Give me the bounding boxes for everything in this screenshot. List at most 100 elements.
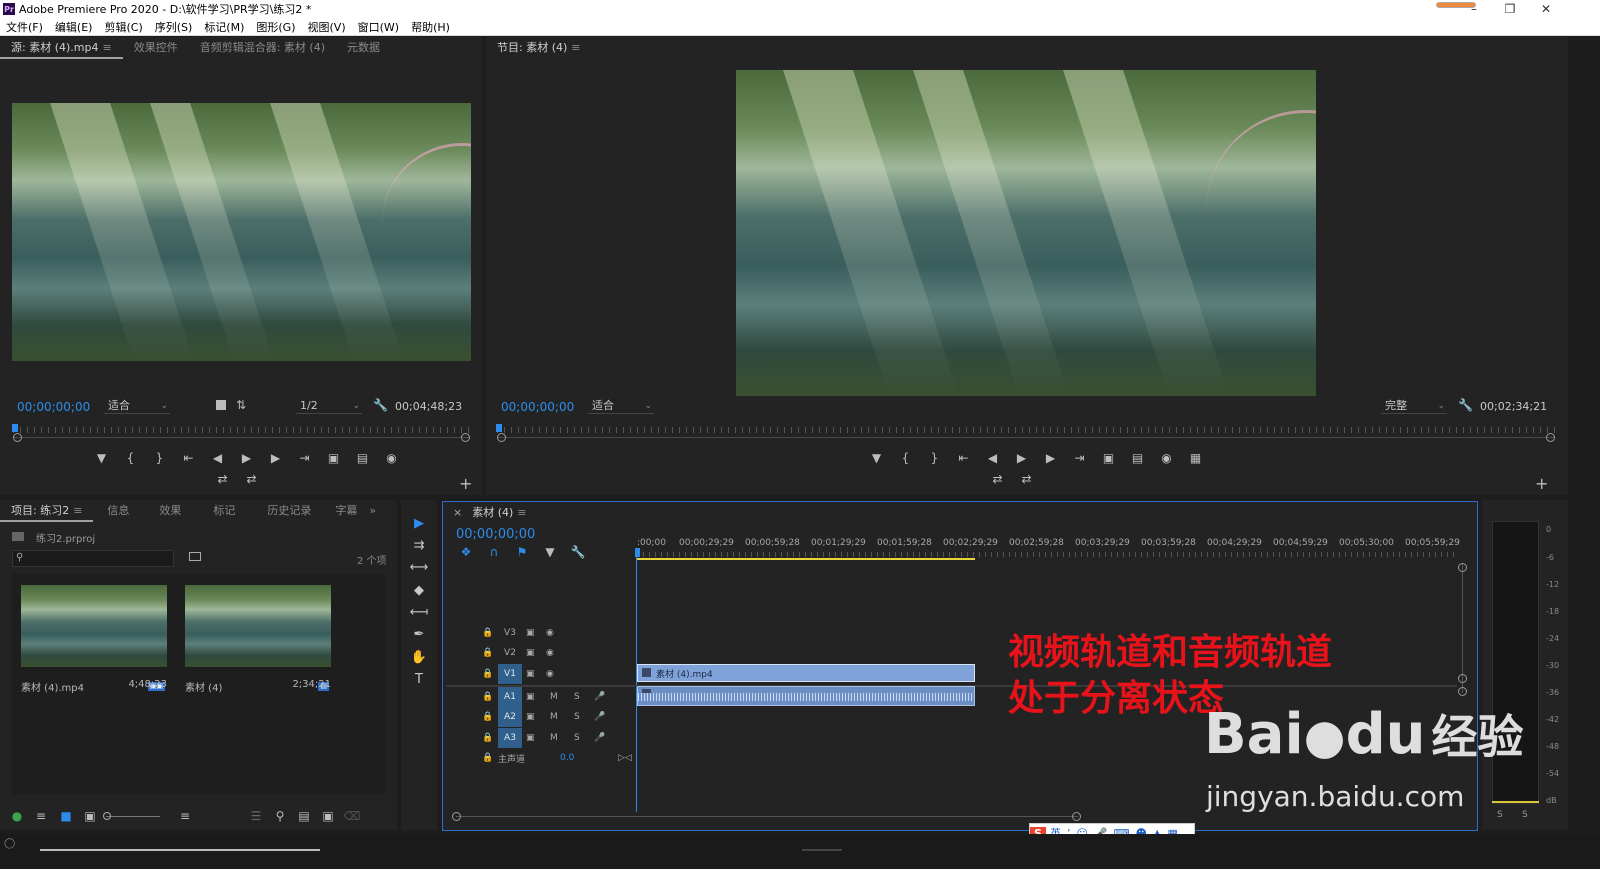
- source-fit-dropdown[interactable]: 适合 ⌄: [104, 398, 170, 414]
- track-lock-icon[interactable]: 🔒: [482, 648, 493, 658]
- step-back-icon[interactable]: ◀: [978, 451, 1007, 465]
- clear-icon[interactable]: ⌫: [340, 809, 364, 823]
- source-playhead-timecode[interactable]: 00;00;00;00: [17, 400, 90, 414]
- track-header-v3[interactable]: 🔒 V3 ▣ ◉: [446, 623, 636, 643]
- mute-button[interactable]: M: [550, 712, 558, 722]
- track-lock-icon[interactable]: 🔒: [482, 692, 493, 702]
- menu-graphics[interactable]: 图形(G): [250, 19, 301, 35]
- tab-markers[interactable]: 标记: [197, 500, 251, 522]
- microphone-icon[interactable]: 🎤: [594, 712, 605, 722]
- play-icon[interactable]: ▶: [1007, 451, 1036, 465]
- extract-icon[interactable]: ▤: [1123, 451, 1152, 465]
- track-lock-icon[interactable]: 🔒: [482, 733, 493, 743]
- step-back-icon[interactable]: ◀: [203, 451, 232, 465]
- work-area-bar[interactable]: [637, 558, 975, 560]
- sync-lock-icon[interactable]: ▣: [526, 712, 535, 722]
- sync-lock-icon[interactable]: ▣: [526, 628, 535, 638]
- track-header-v2[interactable]: 🔒 V2 ▣ ◉: [446, 643, 636, 663]
- audio-clip[interactable]: [637, 686, 975, 706]
- scrollbar-handle[interactable]: [1458, 687, 1467, 696]
- panel-menu-icon[interactable]: ≡: [571, 41, 580, 54]
- status-handle[interactable]: [802, 849, 842, 851]
- linked-selection-icon[interactable]: ⚑: [508, 545, 536, 559]
- sort-icon[interactable]: ≡: [174, 809, 196, 823]
- track-header-master[interactable]: 🔒 主声道 0.0 ▷◁: [446, 748, 636, 768]
- mark-out-icon[interactable]: }: [920, 451, 949, 465]
- video-clip[interactable]: 素材 (4).mp4: [637, 664, 975, 682]
- scrollbar-handle[interactable]: [1458, 674, 1467, 683]
- selection-tool-icon[interactable]: ▶: [409, 516, 429, 531]
- menu-view[interactable]: 视图(V): [302, 19, 352, 35]
- master-volume-value[interactable]: 0.0: [560, 753, 574, 763]
- tab-history[interactable]: 历史记录: [251, 500, 327, 522]
- source-settings-wrench-icon[interactable]: 🔧: [373, 398, 388, 412]
- new-bin-from-search-icon[interactable]: [189, 552, 201, 561]
- menu-sequence[interactable]: 序列(S): [149, 19, 199, 35]
- more-tabs-icon[interactable]: »: [365, 500, 380, 522]
- program-settings-wrench-icon[interactable]: 🔧: [1458, 398, 1473, 412]
- solo-button[interactable]: S: [574, 712, 580, 722]
- program-quality-dropdown[interactable]: 完整 ⌄: [1381, 398, 1447, 414]
- project-item-clip-1[interactable]: ▣▣ 素材 (4).mp4 4;48;23: [21, 585, 167, 694]
- source-insert-icon[interactable]: ⇅: [236, 398, 246, 412]
- project-item-sequence-1[interactable]: ▤ 素材 (4) 2;34;21: [185, 585, 331, 694]
- slip-tool-icon[interactable]: ⟻: [409, 605, 429, 620]
- meter-solo-right-button[interactable]: S: [1522, 810, 1528, 820]
- track-header-a3[interactable]: 🔒 A3 ▣ M S 🎤: [446, 728, 636, 748]
- scrollbar-handle[interactable]: [1072, 812, 1081, 821]
- microphone-icon[interactable]: 🎤: [594, 692, 605, 702]
- mark-out-icon[interactable]: }: [145, 451, 174, 465]
- overwrite-icon[interactable]: ▤: [348, 451, 377, 465]
- track-name[interactable]: A2: [498, 707, 522, 727]
- tab-effect-controls[interactable]: 效果控件: [123, 37, 189, 59]
- tab-info[interactable]: 信息: [93, 500, 143, 522]
- type-tool-icon[interactable]: T: [409, 672, 429, 687]
- close-icon[interactable]: ✕: [1528, 0, 1564, 18]
- insert-edit-icon[interactable]: ⇄: [983, 472, 1012, 486]
- track-header-a1[interactable]: 🔒 A1 ▣ M S 🎤: [446, 687, 636, 707]
- go-to-out-icon[interactable]: ⇥: [1065, 451, 1094, 465]
- panel-menu-icon[interactable]: ≡: [517, 506, 526, 519]
- eye-icon[interactable]: ◉: [546, 648, 554, 658]
- icon-view-icon[interactable]: ■: [54, 809, 78, 823]
- sync-lock-icon[interactable]: ▣: [526, 733, 535, 743]
- play-icon[interactable]: ▶: [232, 451, 261, 465]
- track-select-tool-icon[interactable]: ⇉: [409, 538, 429, 553]
- menu-clip[interactable]: 剪辑(C): [98, 19, 148, 35]
- meter-solo-left-button[interactable]: S: [1497, 810, 1503, 820]
- program-fit-dropdown[interactable]: 适合 ⌄: [588, 398, 654, 414]
- go-to-in-icon[interactable]: ⇤: [174, 451, 203, 465]
- menu-help[interactable]: 帮助(H): [405, 19, 456, 35]
- new-item-icon[interactable]: ▣: [316, 809, 340, 823]
- program-playhead-timecode[interactable]: 00;00;00;00: [501, 400, 574, 414]
- find-icon[interactable]: ⚲: [268, 809, 292, 823]
- tab-close-icon[interactable]: ×: [447, 502, 468, 524]
- overlay-edit-icon[interactable]: ⇄: [1012, 472, 1041, 486]
- new-bin-icon[interactable]: ▤: [292, 809, 316, 823]
- mark-in-icon[interactable]: {: [891, 451, 920, 465]
- track-name[interactable]: V3: [498, 623, 522, 643]
- sync-lock-icon[interactable]: ▣: [526, 692, 535, 702]
- track-name[interactable]: A3: [498, 728, 522, 748]
- zoom-slider[interactable]: [103, 811, 160, 820]
- add-marker-icon[interactable]: ▼: [862, 451, 891, 465]
- panel-menu-icon[interactable]: ≡: [73, 504, 82, 517]
- panel-menu-icon[interactable]: ≡: [102, 41, 111, 54]
- track-lock-icon[interactable]: 🔒: [482, 628, 493, 638]
- lift-icon[interactable]: ▣: [1094, 451, 1123, 465]
- snap-icon[interactable]: ∩: [480, 545, 508, 559]
- source-time-ruler[interactable]: [12, 424, 470, 442]
- drag-video-icon[interactable]: ⇄: [208, 472, 237, 486]
- timeline-playhead-timecode[interactable]: 00;00;00;00: [456, 527, 535, 542]
- timeline-horizontal-scrollbar[interactable]: [456, 816, 1078, 817]
- program-add-button-icon[interactable]: +: [1535, 474, 1548, 493]
- tab-captions[interactable]: 字幕: [327, 500, 365, 522]
- track-header-a2[interactable]: 🔒 A2 ▣ M S 🎤: [446, 707, 636, 727]
- ripple-edit-tool-icon[interactable]: ⟷: [409, 560, 429, 575]
- step-forward-icon[interactable]: ▶: [1036, 451, 1065, 465]
- mark-in-icon[interactable]: {: [116, 451, 145, 465]
- track-name[interactable]: V2: [498, 643, 522, 663]
- time-ruler-ticks[interactable]: [637, 552, 1457, 557]
- minimize-icon[interactable]: –: [1456, 0, 1492, 18]
- automate-to-sequence-icon[interactable]: ☰: [244, 809, 268, 823]
